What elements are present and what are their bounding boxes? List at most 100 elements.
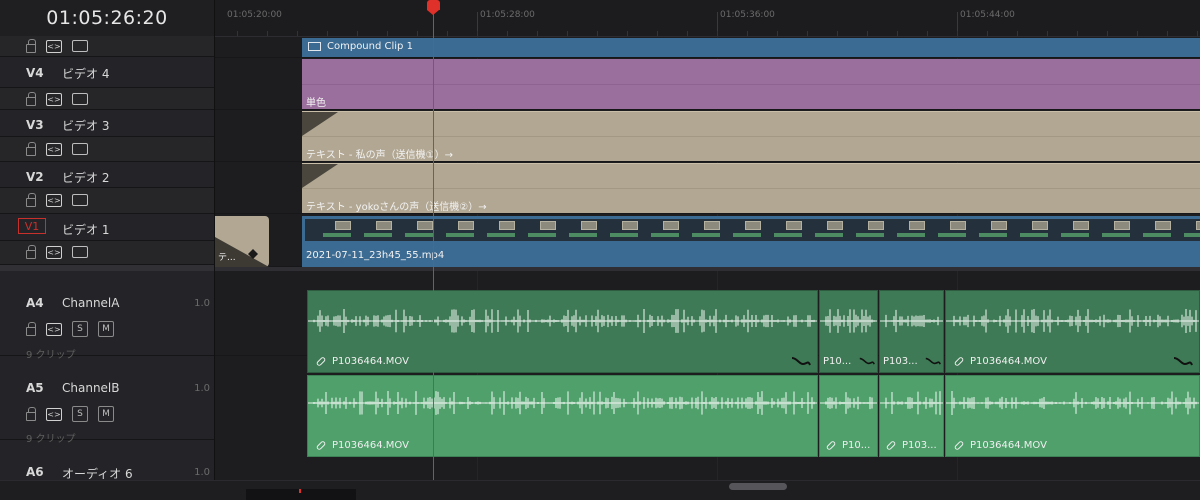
video-thumbnail bbox=[909, 221, 925, 230]
video-thumbnail bbox=[581, 221, 597, 230]
ruler-minor-tick bbox=[447, 31, 448, 36]
track-name[interactable]: ビデオ 4 bbox=[62, 65, 109, 82]
auto-select-icon[interactable]: <> bbox=[46, 322, 62, 336]
clip-name: P1036464.MOV bbox=[332, 356, 409, 367]
auto-select-icon[interactable]: <> bbox=[46, 193, 62, 207]
track-id-target[interactable]: V1 bbox=[18, 218, 46, 234]
ruler-minor-tick bbox=[1167, 31, 1168, 36]
track-header-a4[interactable]: A4 ChannelA 1.0 <> S M 9 クリップ bbox=[0, 271, 214, 361]
solo-button[interactable]: S bbox=[72, 406, 88, 422]
video-audio-strip bbox=[1143, 233, 1171, 237]
clip-label: P1036464.MOV bbox=[953, 355, 1047, 367]
timecode-display[interactable]: 01:05:26:20 bbox=[0, 0, 214, 37]
clip-name: P10... bbox=[842, 440, 871, 451]
horizontal-scrollbar[interactable] bbox=[729, 483, 787, 490]
fade-curve-icon[interactable] bbox=[859, 356, 875, 366]
fade-curve-icon[interactable] bbox=[925, 356, 941, 366]
timeline-ruler[interactable]: 01:05:20:00 01:05:28:00 01:05:36:00 01:0… bbox=[215, 0, 1200, 37]
ruler-minor-tick bbox=[1047, 31, 1048, 36]
track-volume: 1.0 bbox=[194, 298, 210, 309]
track-id: V3 bbox=[26, 118, 44, 132]
clip-name: P10... bbox=[823, 356, 852, 367]
link-icon bbox=[825, 439, 837, 451]
track-header-v2[interactable]: V2 ビデオ 2 bbox=[0, 162, 214, 188]
auto-select-icon[interactable]: <> bbox=[46, 407, 62, 421]
track-header-v4[interactable]: V4 ビデオ 4 bbox=[0, 57, 214, 88]
keyframe-diamond-icon[interactable] bbox=[248, 249, 258, 259]
clip-name: P103... bbox=[902, 440, 937, 451]
lock-icon[interactable] bbox=[26, 193, 36, 207]
track-name[interactable]: ChannelA bbox=[62, 296, 119, 310]
track-header-v1[interactable]: V1 ビデオ 1 bbox=[0, 214, 214, 241]
track-name[interactable]: ビデオ 2 bbox=[62, 169, 109, 186]
compound-clip[interactable]: Compound Clip 1 bbox=[302, 38, 1200, 57]
video-clip-v1[interactable]: 2021-07-11_23h45_55.mp4 bbox=[302, 216, 1200, 267]
track-v5-controls: <> bbox=[0, 36, 214, 57]
video-audio-strip bbox=[323, 233, 351, 237]
lock-icon[interactable] bbox=[26, 142, 36, 156]
video-thumbnail bbox=[540, 221, 556, 230]
lock-icon[interactable] bbox=[26, 245, 36, 259]
audio-clip-a5-4[interactable]: P1036464.MOV bbox=[945, 375, 1200, 457]
audio-clip-a5-2[interactable]: P10... bbox=[819, 375, 878, 457]
lock-icon[interactable] bbox=[26, 407, 36, 421]
mute-button[interactable]: M bbox=[98, 321, 114, 337]
video-thumbnail bbox=[1073, 221, 1089, 230]
auto-select-icon[interactable]: <> bbox=[46, 245, 62, 259]
track-monitor-icon[interactable] bbox=[72, 194, 88, 206]
solo-button[interactable]: S bbox=[72, 321, 88, 337]
audio-clip-a4-2[interactable]: P10... bbox=[819, 290, 878, 373]
video-thumbnail bbox=[1114, 221, 1130, 230]
audio-waveform bbox=[880, 391, 943, 415]
solid-color-clip[interactable]: 単色 bbox=[302, 59, 1200, 109]
track-monitor-icon[interactable] bbox=[72, 143, 88, 155]
clip-line bbox=[302, 136, 1200, 137]
audio-waveform bbox=[820, 392, 877, 414]
mute-button[interactable]: M bbox=[98, 406, 114, 422]
track-monitor-icon[interactable] bbox=[72, 246, 88, 258]
timeline-tracks[interactable]: Compound Clip 1 単色 テキスト - 私の声（送信機①）→ テキス… bbox=[215, 37, 1200, 499]
audio-clip-a5-3[interactable]: P103... bbox=[879, 375, 944, 457]
video-thumbnail bbox=[745, 221, 761, 230]
audio-clip-a4-1[interactable]: P1036464.MOV bbox=[307, 290, 818, 373]
ruler-label: 01:05:44:00 bbox=[960, 10, 1015, 20]
track-v3-controls: <> bbox=[0, 137, 214, 162]
track-v2-controls: <> bbox=[0, 188, 214, 214]
track-monitor-icon[interactable] bbox=[72, 93, 88, 105]
audio-waveform bbox=[308, 309, 817, 333]
video-thumbnail bbox=[417, 221, 433, 230]
playhead-handle[interactable] bbox=[427, 0, 440, 15]
fade-curve-icon[interactable] bbox=[1173, 356, 1193, 366]
lock-icon[interactable] bbox=[26, 322, 36, 336]
audio-clip-a5-1[interactable]: P1036464.MOV bbox=[307, 375, 818, 457]
track-monitor-icon[interactable] bbox=[72, 40, 88, 52]
playhead-line[interactable] bbox=[433, 10, 434, 480]
lock-icon[interactable] bbox=[26, 39, 36, 53]
audio-clip-a4-4[interactable]: P1036464.MOV bbox=[945, 290, 1200, 373]
audio-waveform bbox=[946, 391, 1199, 415]
track-header-a6[interactable]: A6 オーディオ 6 1.0 bbox=[0, 440, 214, 481]
transition-clip[interactable]: テ... bbox=[215, 216, 269, 267]
video-audio-strip bbox=[364, 233, 392, 237]
fade-curve-icon[interactable] bbox=[791, 356, 811, 366]
track-name[interactable]: ビデオ 1 bbox=[62, 221, 109, 238]
video-thumbnail bbox=[335, 221, 351, 230]
text-clip-v2[interactable]: テキスト - yokoさんの声（送信機②）→ bbox=[302, 163, 1200, 213]
ruler-label: 01:05:20:00 bbox=[227, 10, 282, 20]
ruler-minor-tick bbox=[627, 31, 628, 36]
video-thumbnail bbox=[663, 221, 679, 230]
ruler-minor-tick bbox=[837, 31, 838, 36]
auto-select-icon[interactable]: <> bbox=[46, 142, 62, 156]
text-clip-v3[interactable]: テキスト - 私の声（送信機①）→ bbox=[302, 111, 1200, 161]
track-header-v3[interactable]: V3 ビデオ 3 bbox=[0, 110, 214, 137]
video-thumbnail bbox=[991, 221, 1007, 230]
lock-icon[interactable] bbox=[26, 92, 36, 106]
active-page-tab[interactable] bbox=[246, 489, 356, 500]
track-header-a5[interactable]: A5 ChannelB 1.0 <> S M 9 クリップ bbox=[0, 356, 214, 445]
audio-clip-a4-3[interactable]: P103... bbox=[879, 290, 944, 373]
auto-select-icon[interactable]: <> bbox=[46, 92, 62, 106]
track-name[interactable]: ChannelB bbox=[62, 381, 120, 395]
auto-select-icon[interactable]: <> bbox=[46, 39, 62, 53]
ruler-minor-tick bbox=[927, 31, 928, 36]
track-name[interactable]: ビデオ 3 bbox=[62, 117, 109, 134]
